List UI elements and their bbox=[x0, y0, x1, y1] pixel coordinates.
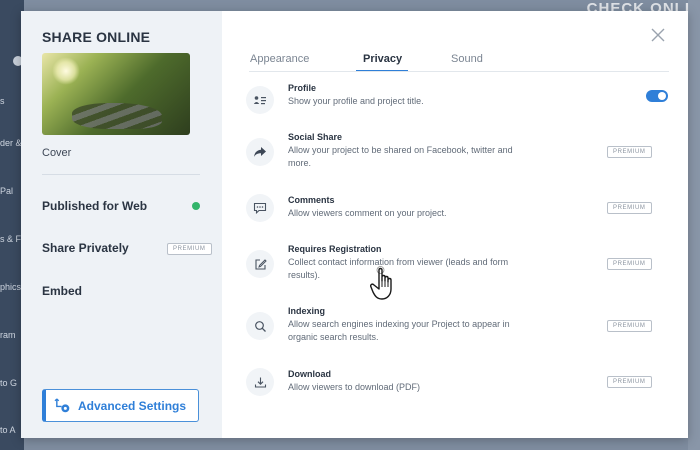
download-icon-wrap bbox=[246, 368, 274, 396]
profile-card-icon bbox=[253, 96, 266, 105]
setting-description: Allow your project to be shared on Faceb… bbox=[288, 145, 513, 168]
background-edge bbox=[688, 0, 700, 450]
tab-bar: Appearance Privacy Sound bbox=[249, 53, 669, 73]
social-share-icon-wrap bbox=[246, 138, 274, 166]
premium-badge: PREMIUM bbox=[607, 202, 652, 214]
profile-icon-wrap bbox=[246, 86, 274, 114]
comments-icon-wrap bbox=[246, 194, 274, 222]
edit-icon bbox=[254, 258, 267, 270]
setting-row-requires-registration: Requires Registration Collect contact in… bbox=[246, 244, 671, 280]
setting-description: Allow viewers to download (PDF) bbox=[288, 382, 421, 392]
registration-icon-wrap bbox=[246, 250, 274, 278]
setting-title: Profile bbox=[288, 83, 317, 93]
download-icon bbox=[254, 377, 266, 388]
tab-sound[interactable]: Sound bbox=[451, 53, 483, 65]
share-arrow-icon bbox=[254, 147, 266, 157]
indexing-icon-wrap bbox=[246, 312, 274, 340]
setting-title: Indexing bbox=[288, 306, 326, 316]
setting-description: Show your profile and project title. bbox=[288, 96, 424, 106]
profile-toggle[interactable] bbox=[646, 90, 668, 102]
setting-row-download: Download Allow viewers to download (PDF)… bbox=[246, 368, 671, 405]
premium-badge: PREMIUM bbox=[607, 320, 652, 332]
right-panel: Appearance Privacy Sound Profile Show yo… bbox=[21, 11, 688, 438]
setting-row-social-share: Social Share Allow your project to be sh… bbox=[246, 132, 671, 168]
setting-row-comments: Comments Allow viewers comment on your p… bbox=[246, 194, 671, 231]
tab-appearance[interactable]: Appearance bbox=[250, 53, 309, 65]
premium-badge: PREMIUM bbox=[607, 258, 652, 270]
toggle-knob bbox=[658, 92, 666, 100]
setting-row-indexing: Indexing Allow search engines indexing y… bbox=[246, 306, 671, 342]
setting-title: Requires Registration bbox=[288, 244, 382, 254]
setting-description: Allow search engines indexing your Proje… bbox=[288, 319, 510, 342]
setting-description: Allow viewers comment on your project. bbox=[288, 208, 447, 218]
tab-privacy[interactable]: Privacy bbox=[363, 53, 402, 65]
search-icon bbox=[254, 320, 266, 332]
premium-badge: PREMIUM bbox=[607, 376, 652, 388]
premium-badge: PREMIUM bbox=[607, 146, 652, 158]
setting-row-profile: Profile Show your profile and project ti… bbox=[246, 83, 671, 119]
setting-title: Download bbox=[288, 369, 331, 379]
setting-title: Social Share bbox=[288, 132, 343, 142]
comment-icon bbox=[253, 202, 267, 214]
setting-description: Collect contact information from viewer … bbox=[288, 257, 509, 280]
tab-divider bbox=[249, 71, 669, 72]
setting-title: Comments bbox=[288, 195, 335, 205]
